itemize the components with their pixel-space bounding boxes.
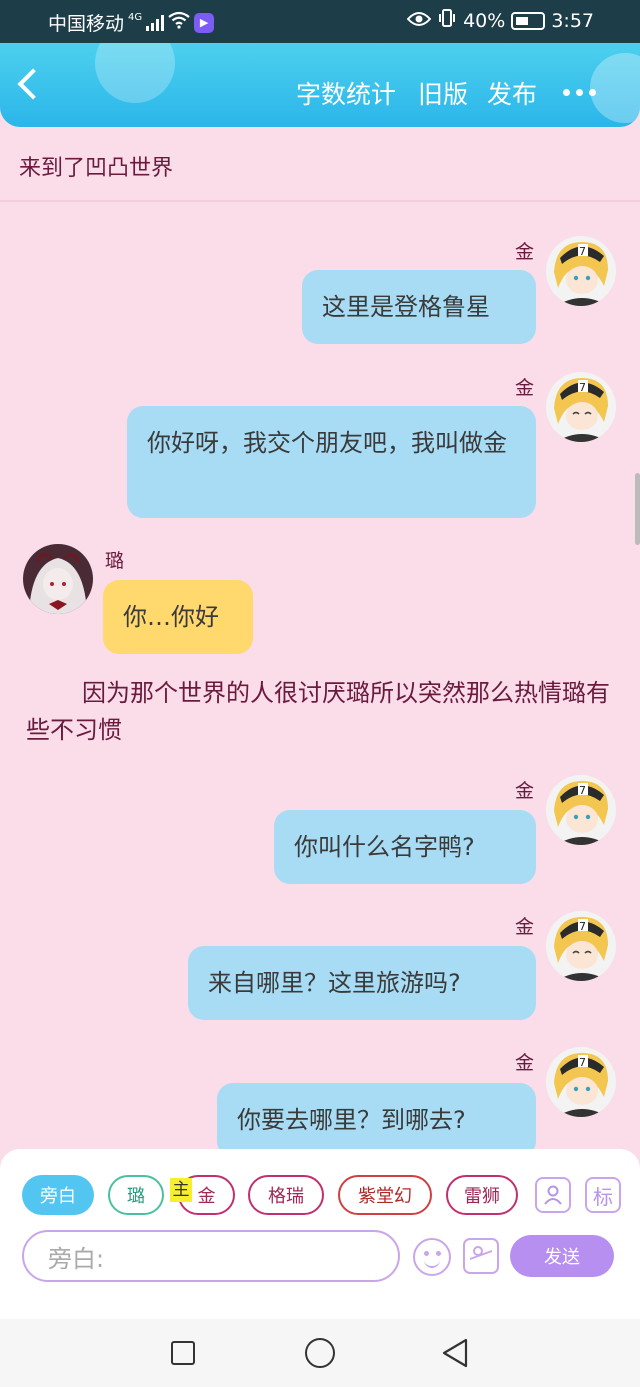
character-chip-lu[interactable]: 璐 xyxy=(108,1175,164,1215)
message-bubble[interactable]: 这里是登格鲁星 xyxy=(302,270,536,344)
status-right: 40% 3:57 xyxy=(406,9,594,32)
message-bubble[interactable]: 你要去哪里？到哪去? xyxy=(217,1083,536,1157)
eye-icon xyxy=(406,10,432,32)
speaker-name: 金 xyxy=(515,1052,535,1074)
header-decoration xyxy=(95,43,175,103)
speaker-name: 金 xyxy=(515,377,535,399)
avatar-jin[interactable]: 7 xyxy=(546,1047,616,1117)
message-input[interactable]: 旁白: xyxy=(22,1230,400,1282)
status-bar: 中国移动 4G ▶ 40% 3:57 xyxy=(0,0,640,43)
header-decoration xyxy=(590,53,640,123)
image-icon[interactable] xyxy=(463,1238,499,1274)
battery-percent: 40% xyxy=(463,9,506,32)
svg-text:7: 7 xyxy=(579,245,586,258)
network-type: 4G xyxy=(128,12,143,23)
avatar-jin[interactable]: 7 xyxy=(546,911,616,981)
emoji-icon[interactable] xyxy=(413,1238,451,1276)
story-title[interactable]: 来到了凹凸世界 xyxy=(19,150,173,182)
narration-text[interactable]: 因为那个世界的人很讨厌璐所以突然那么热情璐有些不习惯 xyxy=(26,675,616,749)
character-chip-zitang[interactable]: 紫堂幻 xyxy=(338,1175,432,1215)
wifi-icon xyxy=(168,11,190,34)
divider xyxy=(0,200,640,202)
send-button[interactable]: 发送 xyxy=(510,1235,614,1277)
vibrate-icon xyxy=(437,9,457,32)
word-count-button[interactable]: 字数统计 xyxy=(296,75,396,111)
message-bubble[interactable]: 来自哪里？这里旅游吗? xyxy=(188,946,536,1020)
scrollbar[interactable] xyxy=(635,473,640,545)
message-bubble[interactable]: 你…你好 xyxy=(103,580,253,654)
clock: 3:57 xyxy=(551,9,594,32)
avatar-lu[interactable] xyxy=(23,544,93,614)
back-arrow-icon[interactable] xyxy=(17,68,49,100)
editor-header: 字数统计 旧版 发布 xyxy=(0,43,640,127)
svg-text:7: 7 xyxy=(579,1056,586,1069)
avatar-jin[interactable]: 7 xyxy=(546,372,616,442)
character-chip-gerui[interactable]: 格瑞 xyxy=(248,1175,324,1215)
tag-button[interactable]: 标 xyxy=(585,1177,621,1213)
message-bubble[interactable]: 你叫什么名字鸭? xyxy=(274,810,536,884)
speaker-name: 璐 xyxy=(105,550,125,572)
home-icon[interactable] xyxy=(305,1338,335,1368)
character-chip-narrator[interactable]: 旁白 xyxy=(22,1175,94,1215)
back-triangle-icon[interactable] xyxy=(441,1338,469,1372)
speaker-name: 金 xyxy=(515,916,535,938)
message-bubble[interactable]: 你好呀，我交个朋友吧，我叫做金 xyxy=(127,406,536,518)
svg-text:7: 7 xyxy=(579,920,586,933)
signal-icon xyxy=(146,14,165,31)
battery-icon xyxy=(511,11,546,30)
avatar-jin[interactable]: 7 xyxy=(546,236,616,306)
recents-icon[interactable] xyxy=(171,1341,195,1365)
more-options-icon[interactable] xyxy=(563,89,596,96)
status-left: 中国移动 4G ▶ xyxy=(48,9,215,36)
carrier-label: 中国移动 xyxy=(48,13,125,35)
speaker-name: 金 xyxy=(515,780,535,802)
speaker-name: 金 xyxy=(515,241,535,263)
avatar-jin[interactable]: 7 xyxy=(546,775,616,845)
main-character-tag: 主 xyxy=(170,1178,192,1202)
publish-button[interactable]: 发布 xyxy=(487,75,537,111)
video-app-icon: ▶ xyxy=(194,12,215,33)
character-chip-leishi[interactable]: 雷狮 xyxy=(446,1175,518,1215)
user-icon[interactable] xyxy=(535,1177,571,1213)
old-version-button[interactable]: 旧版 xyxy=(418,75,468,111)
svg-text:7: 7 xyxy=(579,784,586,797)
svg-text:7: 7 xyxy=(579,381,586,394)
